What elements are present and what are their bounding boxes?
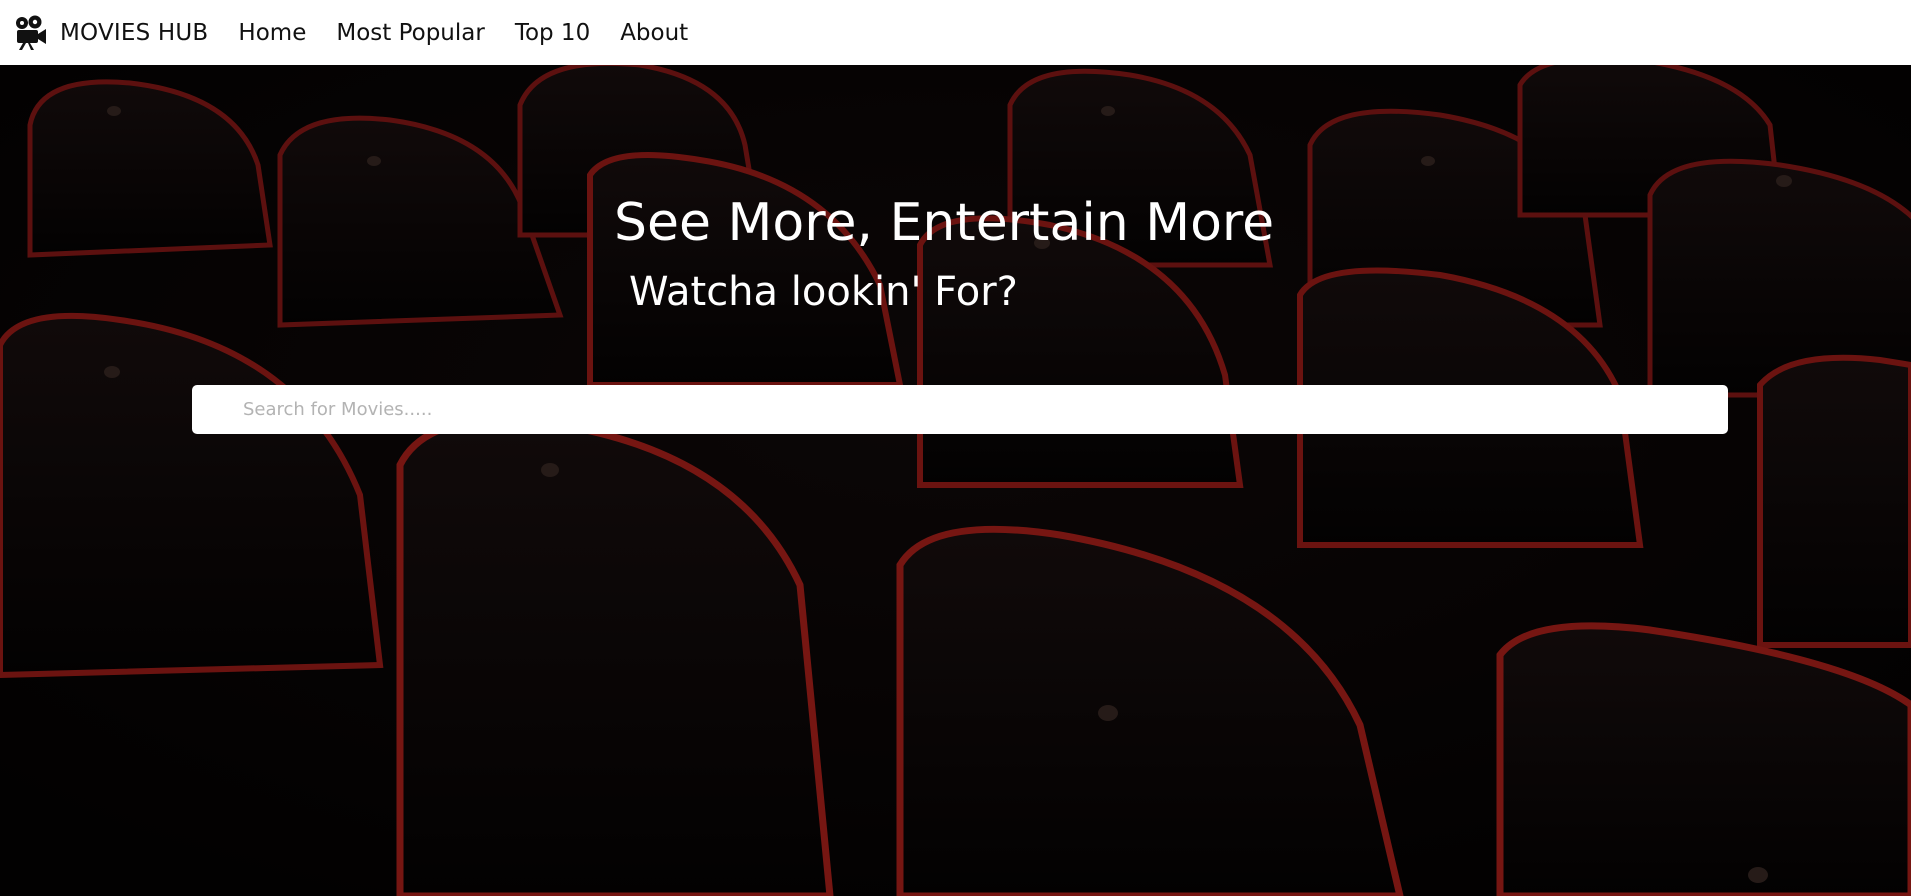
brand-name: MOVIES HUB (60, 19, 209, 46)
nav-most-popular[interactable]: Most Popular (336, 20, 484, 46)
hero-headline: See More, Entertain More (614, 193, 1275, 253)
nav-home[interactable]: Home (238, 20, 306, 46)
hero-subheadline: Watcha lookin' For? (629, 269, 1018, 315)
nav-about[interactable]: About (620, 20, 688, 46)
search-box (192, 385, 1728, 434)
search-input[interactable] (192, 385, 1728, 434)
brand-link[interactable]: MOVIES HUB (14, 15, 208, 51)
movie-camera-icon (16, 15, 46, 50)
navbar: MOVIES HUB Home Most Popular Top 10 Abou… (0, 0, 1911, 65)
hero-section: See More, Entertain More Watcha lookin' … (0, 65, 1911, 896)
nav-top-10[interactable]: Top 10 (515, 20, 590, 46)
cinema-seats-background (0, 65, 1911, 896)
